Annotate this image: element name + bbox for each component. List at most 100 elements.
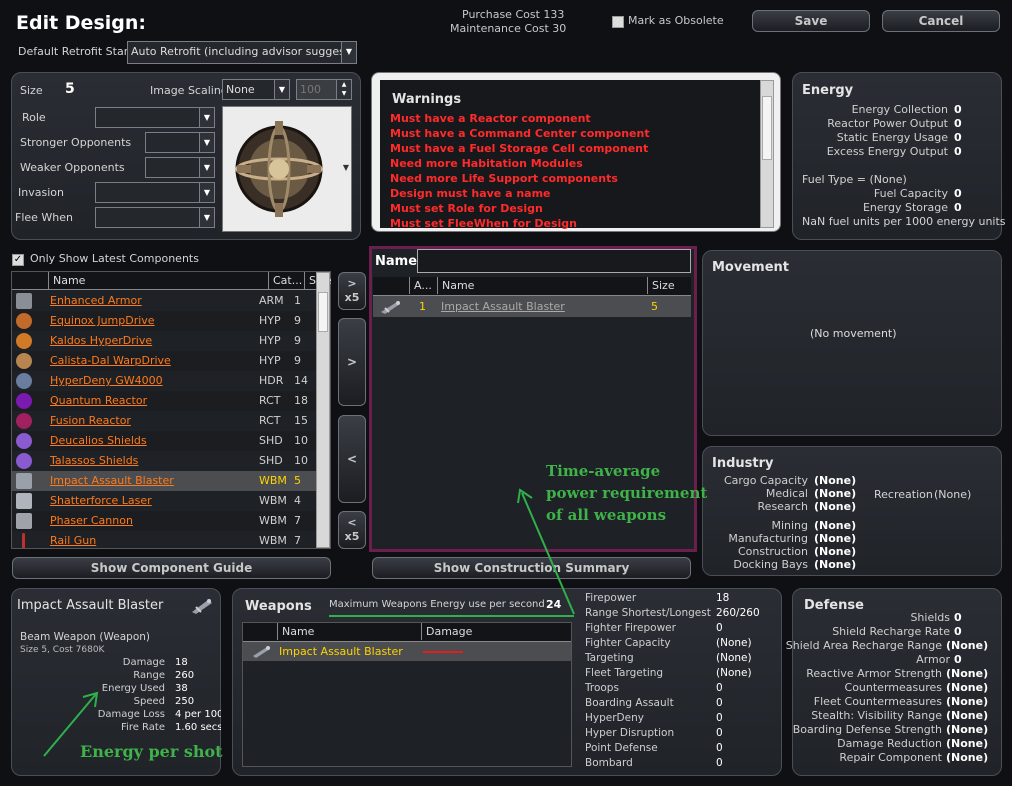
stat-label: Static Energy Usage — [836, 131, 948, 144]
component-row[interactable]: Deucalios Shields SHD 10 — [12, 431, 316, 451]
scaling-number-input[interactable]: 100 ▲ ▼ — [296, 79, 352, 100]
component-size-cost: Size 5, Cost 7680K — [20, 645, 105, 655]
component-row[interactable]: Talassos Shields SHD 10 — [12, 451, 316, 471]
component-name[interactable]: Talassos Shields — [50, 454, 138, 467]
ship-image[interactable]: ▼ — [222, 106, 352, 232]
weaker-opponents-select[interactable]: ▼ — [145, 157, 215, 178]
stat-value: 0 — [954, 145, 962, 158]
image-scaling-label: Image Scaling — [150, 84, 228, 97]
retrofit-select[interactable]: Auto Retrofit (including advisor suggest… — [127, 41, 357, 64]
component-scroll-thumb[interactable] — [318, 292, 328, 332]
component-name[interactable]: Equinox JumpDrive — [50, 314, 155, 327]
component-name[interactable]: HyperDeny GW4000 — [50, 374, 163, 387]
stat-value: (None) — [946, 681, 989, 694]
weapons-energy-label: Maximum Weapons Energy use per second — [329, 599, 545, 610]
stat-label: Cargo Capacity — [723, 474, 808, 487]
component-name[interactable]: Deucalios Shields — [50, 434, 147, 447]
component-row[interactable]: Calista-Dal WarpDrive HYP 9 — [12, 351, 316, 371]
role-select[interactable]: ▼ — [95, 107, 215, 128]
warnings-scroll-thumb[interactable] — [762, 96, 772, 160]
invasion-select[interactable]: ▼ — [95, 182, 215, 203]
component-name[interactable]: Phaser Cannon — [50, 514, 133, 527]
image-scaling-value: None — [226, 83, 255, 96]
weapons-energy-value: 24 — [546, 598, 562, 611]
component-row[interactable]: Shatterforce Laser WBM 4 — [12, 491, 316, 511]
column-header-size[interactable]: Size — [647, 277, 675, 294]
design-name-label: Name — [375, 254, 418, 269]
hyperdrive-icon — [16, 333, 32, 349]
component-row[interactable]: HyperDeny GW4000 HDR 14 — [12, 371, 316, 391]
column-header-category[interactable]: Cat... — [268, 272, 302, 289]
save-button[interactable]: Save — [752, 10, 870, 32]
stat-label: Fighter Firepower — [585, 622, 676, 634]
weapons-list-row[interactable]: Impact Assault Blaster — [243, 642, 571, 661]
obsolete-checkbox[interactable] — [612, 16, 624, 28]
add-component-button[interactable]: > — [338, 318, 366, 406]
component-row[interactable]: Impact Assault Blaster WBM 5 — [12, 471, 316, 491]
stepper-icon[interactable]: ▲ ▼ — [336, 80, 351, 99]
design-list-row[interactable]: 1 Impact Assault Blaster 5 — [373, 296, 691, 317]
stat-label: Shield Area Recharge Range — [785, 639, 942, 652]
show-component-guide-button[interactable]: Show Component Guide — [12, 557, 331, 579]
component-name[interactable]: Impact Assault Blaster — [50, 474, 174, 487]
show-construction-summary-button[interactable]: Show Construction Summary — [372, 557, 691, 579]
invasion-label: Invasion — [18, 186, 64, 199]
design-name-input[interactable] — [417, 249, 691, 273]
defense-title: Defense — [804, 598, 864, 613]
component-detail-title: Impact Assault Blaster — [17, 598, 164, 613]
stat-label: Range — [133, 670, 165, 681]
stat-value: 1.60 secs — [175, 722, 221, 733]
stronger-opponents-select[interactable]: ▼ — [145, 132, 215, 153]
stat-label: Excess Energy Output — [826, 145, 948, 158]
component-name[interactable]: Calista-Dal WarpDrive — [50, 354, 171, 367]
image-scaling-select[interactable]: None ▼ — [222, 79, 290, 100]
component-size: 10 — [294, 454, 308, 467]
remove-five-button[interactable]: < x5 — [338, 511, 366, 549]
chevron-down-icon: ▼ — [274, 80, 289, 99]
component-category: ARM — [259, 294, 284, 307]
column-header-name[interactable]: Name — [48, 272, 85, 289]
component-row[interactable]: Phaser Cannon WBM 7 — [12, 511, 316, 531]
only-latest-checkbox[interactable]: ✓ — [12, 254, 24, 266]
stat-value: 0 — [716, 697, 723, 709]
chevron-down-icon[interactable]: ▼ — [343, 163, 349, 172]
column-header-amount[interactable]: A... — [409, 277, 432, 294]
stat-label: Fighter Capacity — [585, 637, 671, 649]
component-row[interactable]: Quantum Reactor RCT 18 — [12, 391, 316, 411]
component-name[interactable]: Shatterforce Laser — [50, 494, 152, 507]
warning-item: Must set FleeWhen for Design — [390, 217, 578, 230]
component-name[interactable]: Quantum Reactor — [50, 394, 147, 407]
component-row[interactable]: Fusion Reactor RCT 15 — [12, 411, 316, 431]
obsolete-label: Mark as Obsolete — [628, 14, 724, 27]
stat-value: (None) — [716, 652, 752, 664]
cancel-button[interactable]: Cancel — [882, 10, 1000, 32]
stat-label: Countermeasures — [844, 681, 942, 694]
component-row[interactable]: Kaldos HyperDrive HYP 9 — [12, 331, 316, 351]
stat-label: Shield Recharge Rate — [832, 625, 950, 638]
component-size: 4 — [294, 494, 301, 507]
stat-value: 0 — [954, 201, 962, 214]
component-row[interactable]: Enhanced Armor ARM 1 — [12, 291, 316, 311]
component-name[interactable]: Fusion Reactor — [50, 414, 131, 427]
component-size: 18 — [294, 394, 308, 407]
component-name[interactable]: Rail Gun — [50, 534, 96, 547]
stat-value: 18 — [175, 657, 188, 668]
stat-label: Speed — [133, 696, 165, 707]
add-five-button[interactable]: > x5 — [338, 272, 366, 310]
remove-component-button[interactable]: < — [338, 415, 366, 503]
component-name[interactable]: Kaldos HyperDrive — [50, 334, 152, 347]
stronger-opponents-label: Stronger Opponents — [20, 136, 132, 149]
quantum-reactor-icon — [16, 393, 32, 409]
flee-when-select[interactable]: ▼ — [95, 207, 215, 228]
only-latest-label: Only Show Latest Components — [30, 252, 199, 265]
blaster-icon — [253, 646, 270, 658]
component-row[interactable]: Equinox JumpDrive HYP 9 — [12, 311, 316, 331]
movement-value: (No movement) — [810, 327, 897, 340]
stat-value: 260/260 — [716, 607, 760, 619]
annotation-line: of all weapons — [546, 506, 667, 524]
column-header-damage[interactable]: Damage — [421, 623, 472, 640]
column-header-name[interactable]: Name — [277, 623, 314, 640]
component-row[interactable]: Rail Gun WBM 7 — [12, 531, 316, 548]
component-name[interactable]: Enhanced Armor — [50, 294, 142, 307]
column-header-name[interactable]: Name — [437, 277, 474, 294]
